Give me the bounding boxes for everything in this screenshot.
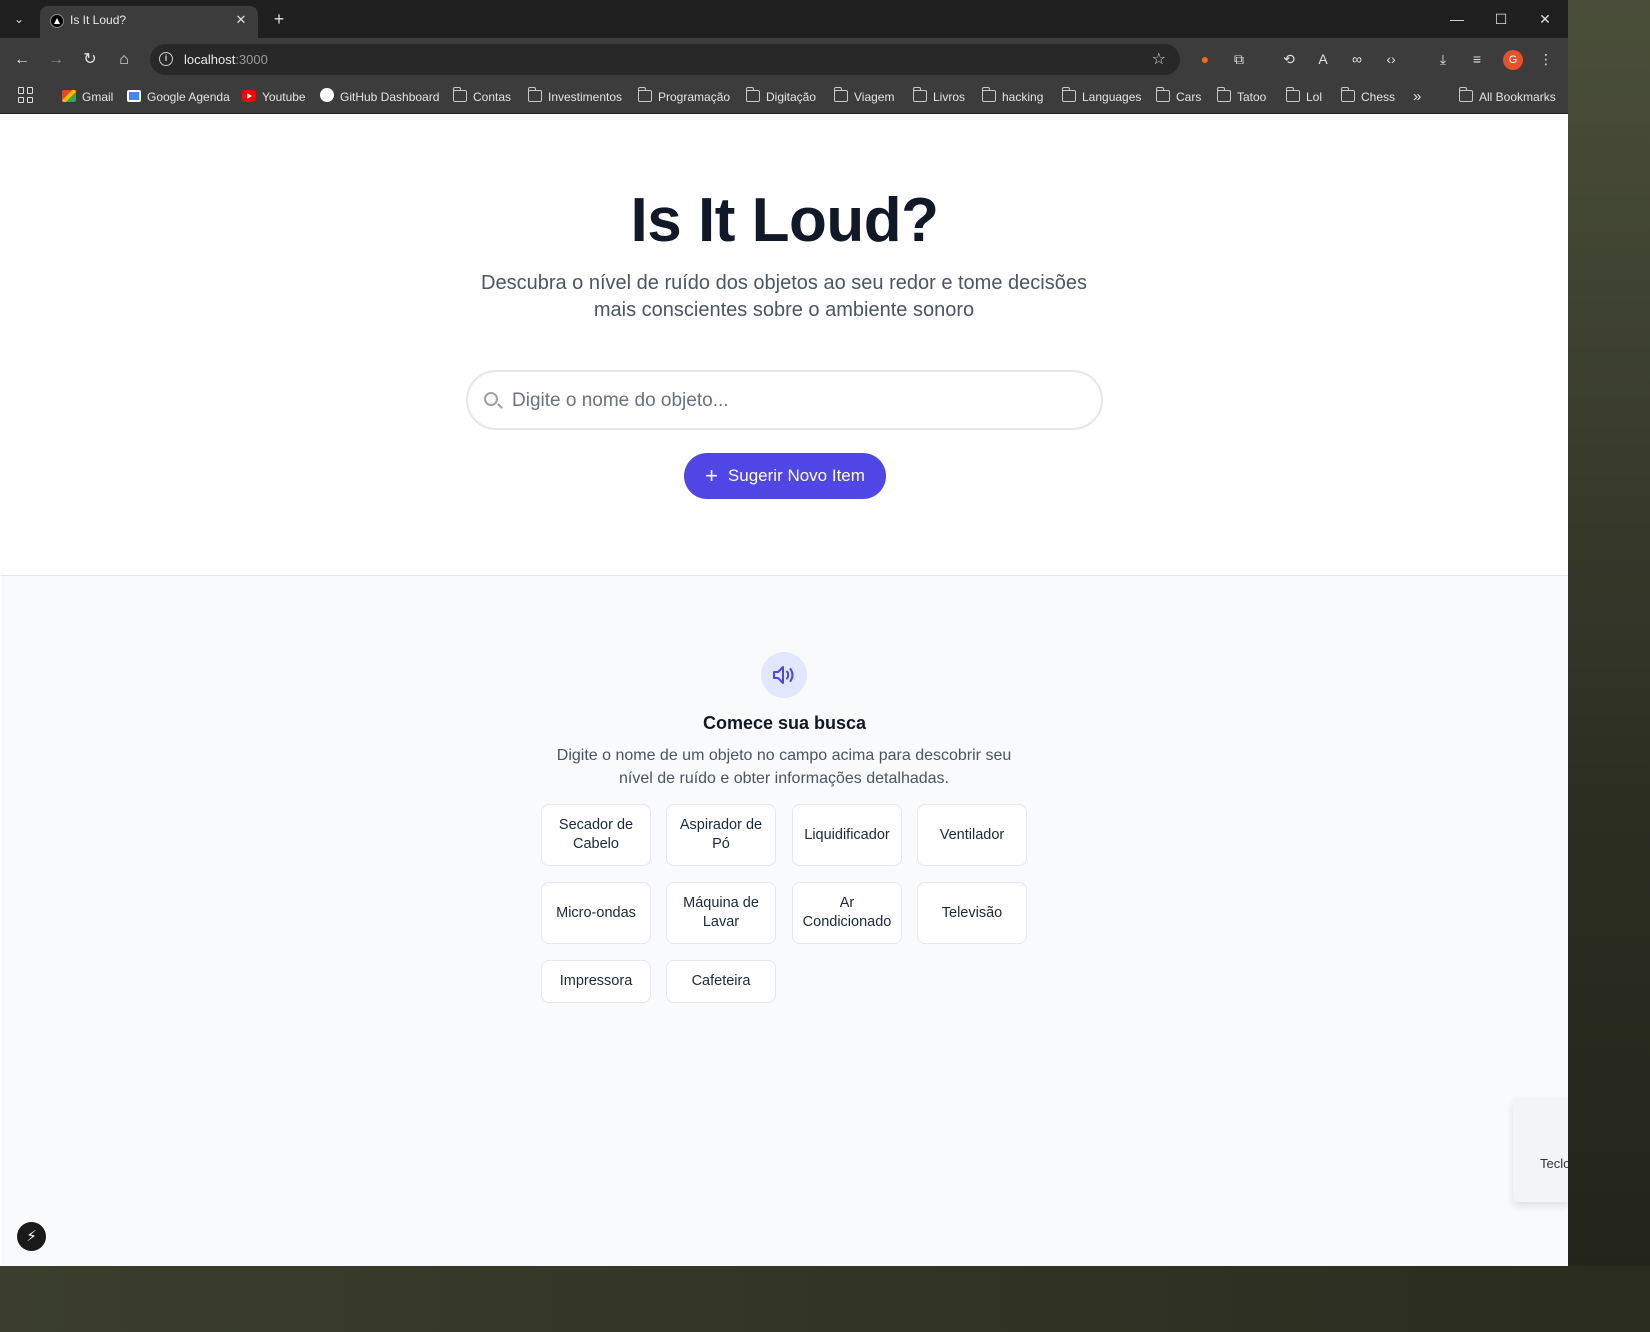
bookmark-folder-livros[interactable]: Livros [913, 87, 965, 107]
folder-icon [528, 87, 542, 102]
site-info-icon[interactable]: i [159, 52, 173, 66]
tab-strip: ⌄ Is It Loud? ✕ + — ☐ ✕ [0, 0, 1568, 38]
url-text: localhost:3000 [184, 52, 268, 67]
speaker-icon [761, 652, 807, 698]
minimize-icon[interactable]: — [1446, 8, 1468, 30]
youtube-icon [242, 90, 256, 102]
profile-avatar[interactable]: G [1503, 50, 1523, 70]
suggest-new-item-button[interactable]: + Sugerir Novo Item [684, 453, 886, 499]
bookmark-youtube[interactable]: Youtube [242, 87, 306, 107]
suggestion-chip[interactable]: Impressora [541, 960, 651, 1003]
hero-section: Is It Loud? Descubra o nível de ruído do… [1, 115, 1568, 576]
desktop-wallpaper-bottom [0, 1266, 1650, 1332]
download-icon[interactable]: ⤓ [1432, 48, 1454, 70]
suggestion-chip[interactable]: Secador de Cabelo [541, 804, 651, 866]
bookmark-folder-languages[interactable]: Languages [1062, 87, 1141, 107]
search-box[interactable] [466, 370, 1103, 430]
folder-icon [453, 87, 467, 102]
browser-toolbar: ← → ↻ ⌂ i localhost:3000 ☆ ● ⧉ ⟲ A ∞ ‹› … [0, 38, 1568, 80]
bookmark-folder-chess[interactable]: Chess [1341, 87, 1395, 107]
close-window-icon[interactable]: ✕ [1534, 8, 1556, 30]
folder-icon [1459, 87, 1473, 102]
folder-icon [1062, 87, 1076, 102]
folder-icon [834, 87, 848, 102]
search-icon [484, 392, 498, 406]
tab-title: Is It Loud? [70, 13, 127, 27]
bookmark-folder-digitacao[interactable]: Digitação [746, 87, 816, 107]
folder-icon [982, 87, 996, 102]
folder-icon [913, 87, 927, 102]
suggestion-chip[interactable]: Liquidificador [792, 804, 902, 866]
apps-grid-icon[interactable] [18, 87, 34, 103]
devtools-code-icon[interactable]: ‹› [1380, 48, 1402, 70]
history-icon[interactable]: ⟲ [1278, 48, 1300, 70]
start-search-description: Digite o nome de um objeto no campo acim… [556, 747, 1012, 787]
page-title: Is It Loud? [630, 186, 939, 255]
menu-dots-icon[interactable]: ⋮ [1535, 48, 1557, 70]
suggestion-chip[interactable]: Televisão [917, 882, 1027, 944]
side-popup[interactable]: Teclo [1513, 1098, 1568, 1202]
home-icon[interactable]: ⌂ [112, 48, 136, 72]
page-content: Is It Loud? Descubra o nível de ruído do… [1, 115, 1568, 1266]
plus-icon: + [705, 463, 718, 488]
folder-icon [746, 87, 760, 102]
forward-icon[interactable]: → [44, 48, 68, 72]
suggestion-chip[interactable]: Micro-ondas [541, 882, 651, 944]
suggestion-chip[interactable]: Ventilador [917, 804, 1027, 866]
maximize-icon[interactable]: ☐ [1490, 8, 1512, 30]
tab-search-chevron-icon[interactable]: ⌄ [8, 9, 30, 29]
folder-icon [1286, 87, 1300, 102]
bookmark-google-agenda[interactable]: Google Agenda [127, 87, 230, 107]
page-subtitle: Descubra o nível de ruído dos objetos ao… [481, 272, 1087, 321]
side-popup-text: Teclo [1540, 1156, 1568, 1171]
browser-window: ⌄ Is It Loud? ✕ + — ☐ ✕ ← → ↻ ⌂ i localh… [0, 0, 1568, 1266]
gmail-icon [62, 90, 76, 102]
tab-is-it-loud[interactable]: Is It Loud? ✕ [40, 6, 258, 38]
bookmark-github-dashboard[interactable]: GitHub Dashboard [320, 87, 439, 107]
desktop-wallpaper [1568, 0, 1650, 1332]
back-icon[interactable]: ← [10, 48, 34, 72]
start-search-section: Comece sua busca Digite o nome de um obj… [1, 576, 1568, 1266]
bookmark-gmail[interactable]: Gmail [62, 87, 113, 107]
bookmark-folder-lol[interactable]: Lol [1286, 87, 1322, 107]
suggestion-chip[interactable]: Aspirador de Pó [666, 804, 776, 866]
bookmark-folder-cars[interactable]: Cars [1156, 87, 1201, 107]
github-icon [320, 88, 334, 102]
bookmark-folder-hacking[interactable]: hacking [982, 87, 1043, 107]
bookmark-folder-viagem[interactable]: Viagem [834, 87, 894, 107]
folder-icon [1341, 87, 1355, 102]
suggestion-chip[interactable]: Cafeteira [666, 960, 776, 1003]
start-search-title: Comece sua busca [702, 713, 867, 733]
dev-tools-badge-icon[interactable]: ⚡ [17, 1222, 46, 1251]
tab-close-icon[interactable]: ✕ [232, 11, 250, 29]
all-bookmarks[interactable]: All Bookmarks [1459, 87, 1556, 107]
folder-icon [1156, 87, 1170, 102]
calendar-icon [127, 90, 141, 102]
reload-icon[interactable]: ↻ [78, 48, 102, 72]
link-icon[interactable]: ∞ [1346, 48, 1368, 70]
more-bookmarks-chevron-icon[interactable]: » [1413, 87, 1421, 107]
bookmark-folder-contas[interactable]: Contas [453, 87, 511, 107]
suggestion-chip[interactable]: Máquina de Lavar [666, 882, 776, 944]
bookmark-folder-tatoo[interactable]: Tatoo [1217, 87, 1266, 107]
bookmark-folder-programacao[interactable]: Programação [638, 87, 730, 107]
address-bar[interactable]: i localhost:3000 ☆ [150, 44, 1180, 75]
favicon-icon [50, 14, 64, 28]
suggest-button-label: Sugerir Novo Item [727, 466, 865, 485]
extension-orange-icon[interactable]: ● [1194, 48, 1216, 70]
media-queue-icon[interactable]: ≡ [1466, 48, 1488, 70]
folder-icon [638, 87, 652, 102]
suggestion-chip[interactable]: Ar Condicionado [792, 882, 902, 944]
new-tab-icon[interactable]: + [268, 8, 290, 30]
search-input[interactable] [512, 386, 1072, 416]
extensions-puzzle-icon[interactable]: ⧉ [1228, 48, 1250, 70]
folder-icon [1217, 87, 1231, 102]
translate-icon[interactable]: A [1312, 48, 1334, 70]
bookmark-folder-investimentos[interactable]: Investimentos [528, 87, 622, 107]
bookmark-star-icon[interactable]: ☆ [1152, 49, 1166, 69]
